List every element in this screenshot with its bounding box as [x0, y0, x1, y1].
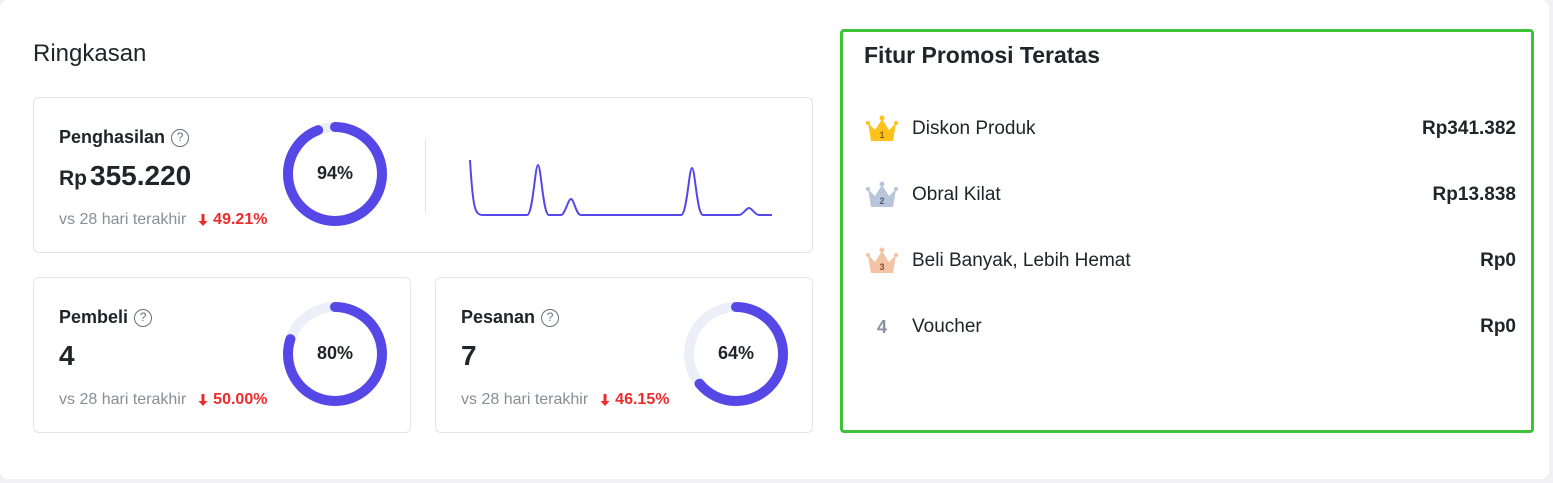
orders-compare: vs 28 hari terakhir 46.15%: [461, 391, 669, 409]
orders-change-value: 46.15%: [615, 391, 670, 408]
silver-crown-icon: 2: [864, 180, 900, 210]
buyers-donut-label: 80%: [316, 343, 354, 363]
buyers-value: 4: [59, 340, 75, 371]
promo-name: Obral Kilat: [912, 184, 1001, 205]
svg-text:2: 2: [879, 196, 884, 206]
buyers-change: 50.00%: [198, 391, 267, 409]
top-promo-features-panel: [840, 29, 1534, 433]
gold-crown-icon: 1: [864, 114, 900, 144]
promo-row-2[interactable]: 2 Obral Kilat Rp13.838: [864, 180, 1516, 210]
help-icon[interactable]: ?: [171, 128, 190, 147]
promo-value: Rp341.382: [1421, 118, 1516, 139]
promo-value: Rp0: [1480, 316, 1516, 337]
rank-4: 4: [876, 316, 887, 337]
orders-label: Pesanan: [461, 307, 536, 327]
summary-title: Ringkasan: [33, 40, 147, 67]
buyers-label: Pembeli: [59, 307, 129, 327]
revenue-change: 49.21%: [198, 211, 267, 229]
arrow-down-icon: [198, 394, 208, 406]
promo-row-3[interactable]: 3 Beli Banyak, Lebih Hemat Rp0: [864, 246, 1516, 276]
promo-value: Rp13.838: [1432, 184, 1516, 205]
arrow-down-icon: [600, 394, 610, 406]
revenue-change-value: 49.21%: [213, 211, 268, 228]
buyers-compare-label: vs 28 hari terakhir: [59, 391, 187, 408]
help-icon[interactable]: ?: [134, 308, 153, 327]
promo-row-4[interactable]: 4 Voucher Rp0: [864, 312, 1516, 342]
orders-value: 7: [461, 340, 477, 371]
buyers-label-wrap: Pembeli ?: [59, 307, 153, 328]
revenue-value: Rp 355.220: [59, 160, 191, 192]
promo-title: Fitur Promosi Teratas: [864, 42, 1101, 68]
orders-change: 46.15%: [600, 391, 669, 409]
revenue-label: Penghasilan: [59, 127, 166, 147]
revenue-amount: 355.220: [90, 160, 192, 191]
promo-name: Diskon Produk: [912, 118, 1036, 139]
promo-value: Rp0: [1480, 250, 1516, 271]
help-icon[interactable]: ?: [541, 308, 560, 327]
orders-donut-label: 64%: [717, 343, 755, 363]
card-divider: [425, 138, 426, 214]
buyers-change-value: 50.00%: [213, 391, 268, 408]
rank-number: 4: [864, 312, 900, 342]
revenue-currency: Rp: [59, 167, 87, 190]
promo-name: Voucher: [912, 316, 982, 337]
orders-label-wrap: Pesanan ?: [461, 307, 560, 328]
arrow-down-icon: [198, 214, 208, 226]
orders-compare-label: vs 28 hari terakhir: [461, 391, 589, 408]
promo-name: Beli Banyak, Lebih Hemat: [912, 250, 1131, 271]
svg-text:1: 1: [879, 130, 884, 140]
svg-text:3: 3: [879, 262, 884, 272]
revenue-label-wrap: Penghasilan ?: [59, 127, 190, 148]
revenue-donut-label: 94%: [316, 163, 354, 183]
bronze-crown-icon: 3: [864, 246, 900, 276]
revenue-compare: vs 28 hari terakhir 49.21%: [59, 211, 267, 229]
promo-row-1[interactable]: 1 Diskon Produk Rp341.382: [864, 114, 1516, 144]
revenue-compare-label: vs 28 hari terakhir: [59, 211, 187, 228]
revenue-sparkline: [469, 159, 772, 216]
buyers-compare: vs 28 hari terakhir 50.00%: [59, 391, 267, 409]
